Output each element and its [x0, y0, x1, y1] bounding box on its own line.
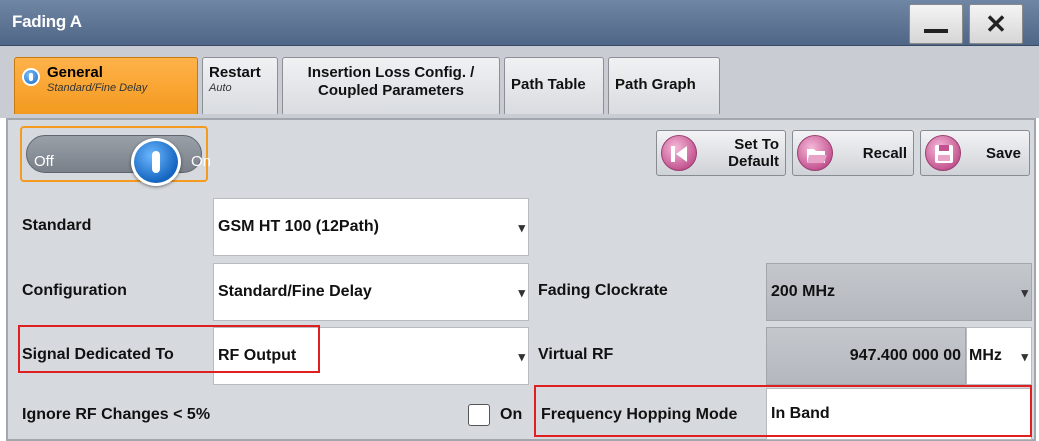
- fading-clockrate-value: 200 MHz: [771, 283, 836, 300]
- dropdown-arrow-icon: ▾: [1021, 285, 1028, 300]
- tab-path-table[interactable]: Path Table: [504, 57, 604, 114]
- dropdown-arrow-icon: ▾: [1021, 349, 1028, 364]
- tab-restart-sublabel: Auto: [209, 82, 232, 94]
- virtual-rf-unit: MHz: [969, 347, 1002, 364]
- set-to-default-line1: Set To: [734, 136, 779, 153]
- tab-path-table-label: Path Table: [511, 76, 586, 93]
- standard-value: GSM HT 100 (12Path): [218, 218, 379, 235]
- dropdown-arrow-icon: ▾: [518, 349, 525, 364]
- toggle-on-label: On: [191, 153, 212, 170]
- tab-restart[interactable]: Restart Auto: [202, 57, 278, 114]
- tab-restart-label: Restart: [209, 64, 261, 81]
- set-to-default-line2: Default: [728, 153, 779, 170]
- tab-path-graph[interactable]: Path Graph: [608, 57, 720, 114]
- recall-button[interactable]: Recall: [792, 130, 914, 176]
- recall-label: Recall: [862, 145, 907, 162]
- toggle-track[interactable]: Off On: [26, 135, 211, 186]
- tab-insertion-loss-label-2: Coupled Parameters: [318, 82, 464, 99]
- configuration-value: Standard/Fine Delay: [218, 283, 372, 300]
- toggle-knob-icon[interactable]: [131, 138, 181, 186]
- set-to-default-button[interactable]: Set To Default: [656, 130, 786, 176]
- dropdown-arrow-icon: ▾: [518, 220, 525, 235]
- close-button[interactable]: ✕: [969, 4, 1023, 44]
- virtual-rf-unit-select[interactable]: MHz ▾: [966, 327, 1032, 385]
- floppy-disk-icon: [925, 135, 961, 171]
- title-bar: Fading A ✕: [0, 0, 1039, 46]
- ignore-rf-changes-checkbox[interactable]: [468, 404, 490, 426]
- set-to-default-label: Set To Default: [728, 136, 779, 170]
- state-toggle[interactable]: Off On: [20, 126, 211, 186]
- info-icon: [22, 68, 40, 86]
- arrow-left-icon: [661, 135, 697, 171]
- highlight-box: [534, 385, 1032, 437]
- save-label: Save: [985, 145, 1021, 162]
- minimize-button[interactable]: [909, 4, 963, 44]
- virtual-rf-field[interactable]: 947.400 000 00: [766, 327, 966, 385]
- dropdown-arrow-icon: ▾: [518, 285, 525, 300]
- tab-general[interactable]: General Standard/Fine Delay: [14, 57, 198, 114]
- window-title: Fading A: [12, 12, 82, 31]
- tab-insertion-loss-label: Insertion Loss Config. /: [307, 64, 475, 81]
- fading-clockrate-field[interactable]: 200 MHz ▾: [766, 263, 1032, 321]
- standard-label: Standard: [22, 217, 92, 234]
- tab-general-label: General: [47, 64, 103, 81]
- tab-bar: General Standard/Fine Delay Restart Auto…: [0, 46, 1039, 118]
- ignore-rf-changes-on-label: On: [500, 406, 523, 423]
- tab-insertion-loss[interactable]: Insertion Loss Config. / Coupled Paramet…: [282, 57, 500, 114]
- highlight-box: [18, 325, 320, 373]
- tab-general-sublabel: Standard/Fine Delay: [47, 82, 148, 94]
- toggle-off-label: Off: [34, 153, 54, 170]
- fading-clockrate-label: Fading Clockrate: [538, 282, 668, 299]
- virtual-rf-label: Virtual RF: [538, 346, 614, 363]
- minimize-icon: [924, 29, 948, 33]
- configuration-select[interactable]: Standard/Fine Delay ▾: [213, 263, 529, 321]
- ignore-rf-changes-label: Ignore RF Changes < 5%: [22, 406, 211, 423]
- folder-open-icon: [797, 135, 833, 171]
- tab-path-graph-label: Path Graph: [615, 76, 696, 93]
- close-icon: ✕: [985, 8, 1007, 39]
- save-button[interactable]: Save: [920, 130, 1030, 176]
- general-panel: Off On Set To Default Recall Save Standa…: [6, 118, 1036, 441]
- virtual-rf-value: 947.400 000 00: [849, 347, 961, 364]
- standard-select[interactable]: GSM HT 100 (12Path) ▾: [213, 198, 529, 256]
- configuration-label: Configuration: [22, 282, 127, 299]
